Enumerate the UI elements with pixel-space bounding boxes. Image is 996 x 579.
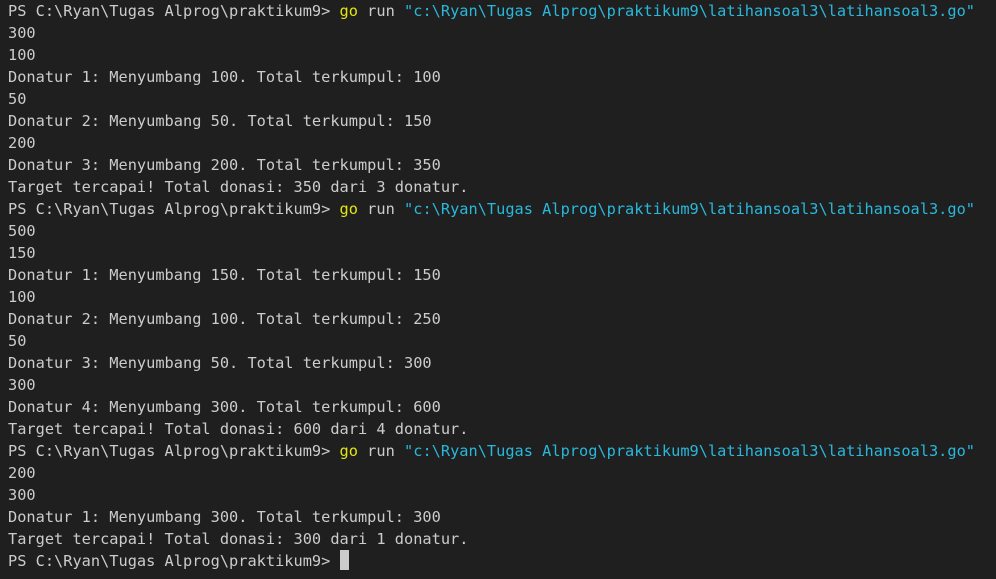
output-line: 100 [8, 288, 36, 306]
output-line: 300 [8, 376, 36, 394]
command-exe: go [339, 200, 358, 218]
output-line: 50 [8, 332, 27, 350]
output-line: 200 [8, 464, 36, 482]
prompt-text: PS C:\Ryan\Tugas Alprog\praktikum9> [8, 200, 340, 218]
command-path: "c:\Ryan\Tugas Alprog\praktikum9\latihan… [404, 200, 976, 218]
command-arg: run [357, 200, 405, 218]
command-path: "c:\Ryan\Tugas Alprog\praktikum9\latihan… [404, 2, 976, 20]
command-path: "c:\Ryan\Tugas Alprog\praktikum9\latihan… [404, 442, 976, 460]
output-line: 300 [8, 24, 36, 42]
command-exe: go [339, 442, 358, 460]
prompt-text: PS C:\Ryan\Tugas Alprog\praktikum9> [8, 552, 340, 570]
active-prompt-line: PS C:\Ryan\Tugas Alprog\praktikum9> [8, 550, 996, 572]
output-line: Donatur 1: Menyumbang 100. Total terkump… [8, 68, 441, 86]
command-arg: run [357, 442, 405, 460]
output-line: Target tercapai! Total donasi: 350 dari … [8, 178, 469, 196]
output-line: Donatur 3: Menyumbang 50. Total terkumpu… [8, 354, 432, 372]
prompt-text: PS C:\Ryan\Tugas Alprog\praktikum9> [8, 442, 340, 460]
output-line: Donatur 4: Menyumbang 300. Total terkump… [8, 398, 441, 416]
output-line: Donatur 2: Menyumbang 50. Total terkumpu… [8, 112, 432, 130]
terminal-panel[interactable]: PS C:\Ryan\Tugas Alprog\praktikum9> go r… [0, 0, 996, 579]
text-cursor[interactable] [339, 550, 349, 570]
command-line: PS C:\Ryan\Tugas Alprog\praktikum9> go r… [8, 198, 996, 220]
prompt-text: PS C:\Ryan\Tugas Alprog\praktikum9> [8, 2, 340, 20]
command-line: PS C:\Ryan\Tugas Alprog\praktikum9> go r… [8, 0, 996, 22]
command-line: PS C:\Ryan\Tugas Alprog\praktikum9> go r… [8, 440, 996, 462]
output-line: Donatur 3: Menyumbang 200. Total terkump… [8, 156, 441, 174]
output-line: 200 [8, 134, 36, 152]
output-line: 150 [8, 244, 36, 262]
output-line: 500 [8, 222, 36, 240]
output-line: 50 [8, 90, 27, 108]
output-line: 300 [8, 486, 36, 504]
command-exe: go [339, 2, 358, 20]
output-line: Target tercapai! Total donasi: 300 dari … [8, 530, 469, 548]
output-line: Target tercapai! Total donasi: 600 dari … [8, 420, 469, 438]
output-line: Donatur 1: Menyumbang 150. Total terkump… [8, 266, 441, 284]
output-line: 100 [8, 46, 36, 64]
command-arg: run [357, 2, 405, 20]
output-line: Donatur 1: Menyumbang 300. Total terkump… [8, 508, 441, 526]
output-line: Donatur 2: Menyumbang 100. Total terkump… [8, 310, 441, 328]
